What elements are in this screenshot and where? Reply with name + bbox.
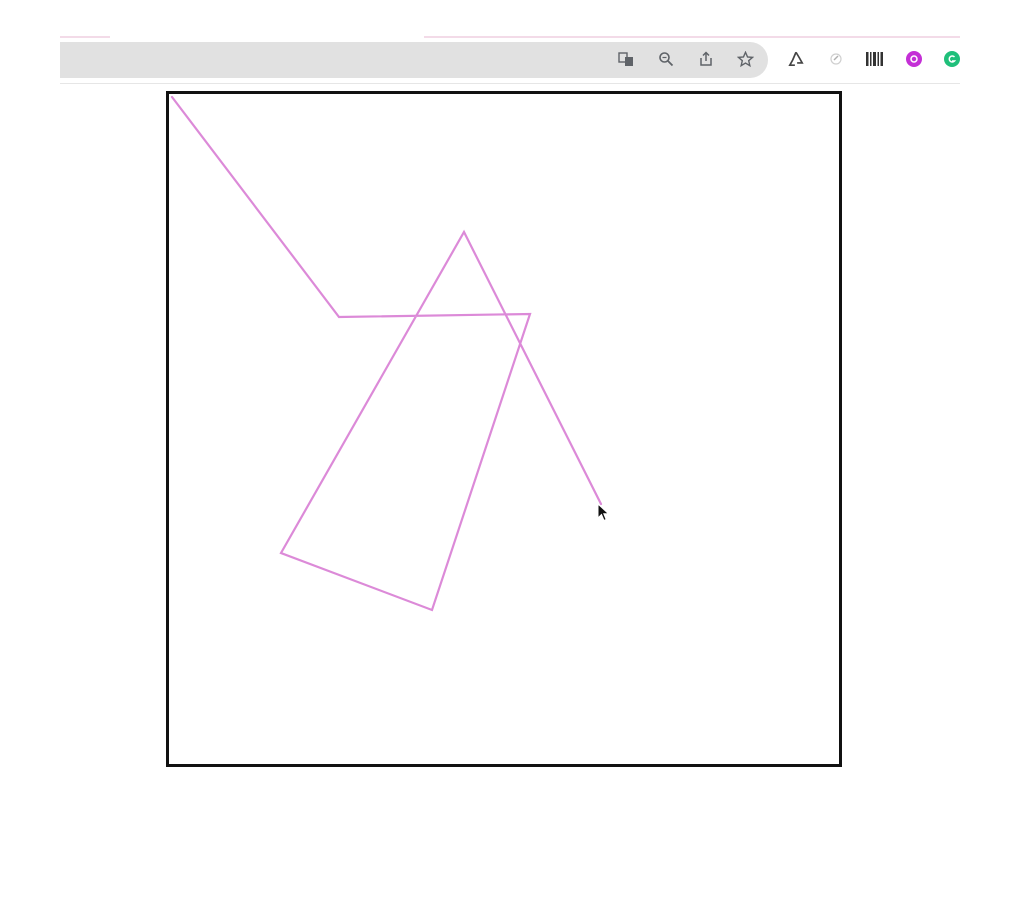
barcode-extension-icon[interactable] bbox=[864, 48, 886, 70]
purple-extension-icon[interactable] bbox=[906, 51, 922, 67]
zoom-icon[interactable] bbox=[655, 48, 677, 70]
green-extension-icon[interactable] bbox=[944, 51, 960, 67]
drawing-surface bbox=[170, 95, 603, 612]
browser-toolbar bbox=[60, 40, 960, 84]
mouse-cursor-icon bbox=[597, 503, 610, 522]
drawn-polyline bbox=[170, 95, 603, 612]
toolbar-divider bbox=[60, 83, 960, 84]
bookmark-star-icon[interactable] bbox=[734, 48, 756, 70]
share-icon[interactable] bbox=[695, 48, 717, 70]
translate-icon[interactable] bbox=[615, 48, 637, 70]
puzzle-extension-icon[interactable] bbox=[825, 48, 847, 70]
recycle-extension-icon[interactable] bbox=[785, 48, 807, 70]
browser-page bbox=[0, 0, 1030, 912]
drawing-canvas[interactable] bbox=[166, 91, 842, 767]
